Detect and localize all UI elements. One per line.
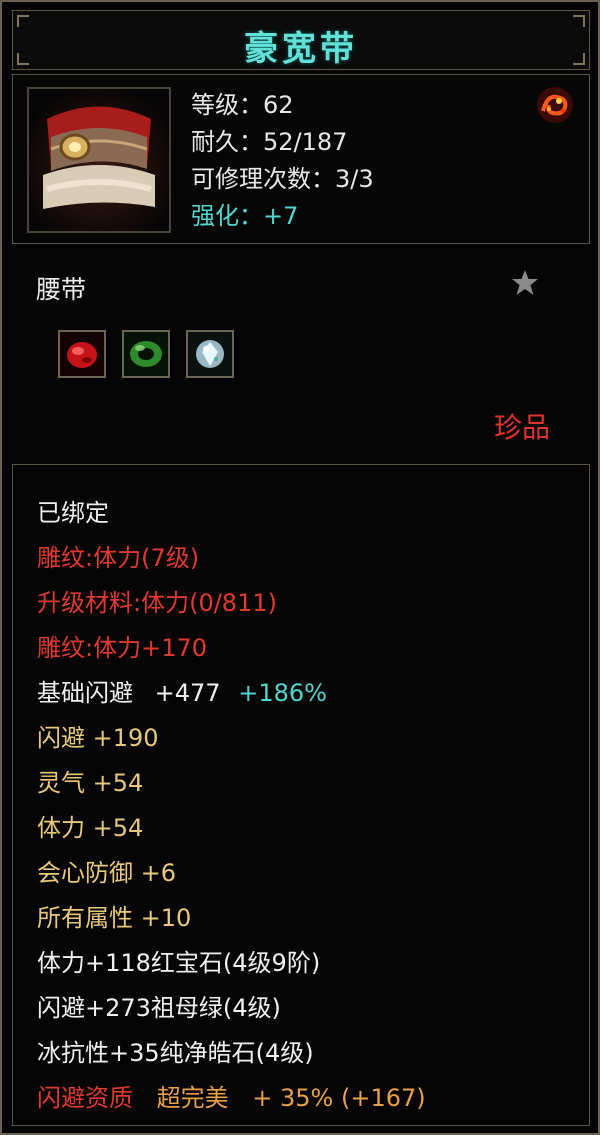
- attr-dodge: 闪避 +190: [37, 724, 159, 752]
- engrave-level: 雕纹:体力(7级): [37, 544, 200, 572]
- dragon-badge-icon: [535, 85, 575, 125]
- emerald-gem-icon[interactable]: [122, 330, 170, 378]
- belt-icon: [27, 87, 171, 233]
- bound-status: 已绑定: [37, 499, 109, 527]
- item-name: 豪宽带: [244, 29, 358, 69]
- base-dodge-percent: +186%: [238, 679, 327, 707]
- base-dodge: 基础闪避 +477 +186%: [37, 671, 426, 716]
- engrave-bonus: 雕纹:体力+170: [37, 634, 208, 662]
- ruby-gem-icon[interactable]: [58, 330, 106, 378]
- attr-spirit: 灵气 +54: [37, 769, 144, 797]
- quality-value: + 35% (+167): [252, 1084, 426, 1112]
- dodge-quality: 闪避资质 超完美 + 35% (+167): [37, 1076, 426, 1121]
- title-bar: 豪宽带: [12, 10, 590, 70]
- rarity-label: 珍品: [494, 411, 551, 444]
- upgrade-material: 升级材料:体力(0/811): [37, 589, 277, 617]
- gem-diamond-bonus: 冰抗性+35纯净皓石(4级): [37, 1039, 314, 1067]
- gem-ruby-bonus: 体力+118红宝石(4级9阶): [37, 949, 321, 977]
- star-icon[interactable]: [510, 268, 540, 298]
- item-header: 等级：62 耐久：52/187 可修理次数：3/3 强化：+7: [12, 74, 590, 244]
- base-dodge-value: +477: [154, 679, 221, 707]
- item-tooltip: 豪宽带 等级：62 耐久：52/187 可修理次数：3/3 强化：+7 腰带 珍…: [0, 0, 600, 1135]
- attr-stamina: 体力 +54: [37, 814, 144, 842]
- quality-grade: 超完美: [156, 1084, 229, 1112]
- quality-label: 闪避资质: [37, 1084, 133, 1112]
- attr-crit-defense: 会心防御 +6: [37, 859, 177, 887]
- stat-level: 等级：62: [191, 91, 294, 119]
- gem-emerald-bonus: 闪避+273祖母绿(4级): [37, 994, 281, 1022]
- stat-durability: 耐久：52/187: [191, 128, 348, 156]
- attr-all-attributes: 所有属性 +10: [37, 904, 192, 932]
- attribute-list: 已绑定 雕纹:体力(7级) 升级材料:体力(0/811) 雕纹:体力+170 基…: [37, 491, 426, 1121]
- diamond-gem-icon[interactable]: [186, 330, 234, 378]
- item-stats: 等级：62 耐久：52/187 可修理次数：3/3 强化：+7: [191, 87, 374, 235]
- stat-enhance: 强化：+7: [191, 202, 299, 230]
- stat-repair-count: 可修理次数：3/3: [191, 165, 374, 193]
- base-dodge-label: 基础闪避: [37, 679, 133, 707]
- attributes-panel: 已绑定 雕纹:体力(7级) 升级材料:体力(0/811) 雕纹:体力+170 基…: [12, 464, 590, 1126]
- item-category: 腰带: [36, 275, 87, 304]
